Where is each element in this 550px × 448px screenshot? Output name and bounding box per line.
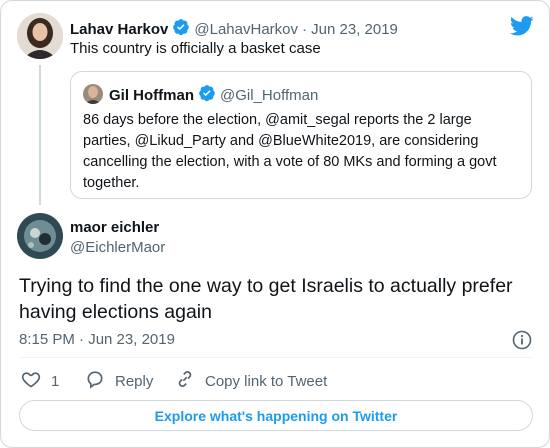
verified-badge-icon — [198, 84, 216, 107]
gil-avatar — [83, 84, 103, 104]
main-display-name[interactable]: maor eichler — [70, 219, 159, 236]
reply-button[interactable]: Reply — [85, 369, 153, 393]
verified-badge-icon — [172, 18, 190, 41]
quoted-handle: @Gil_Hoffman — [220, 87, 319, 104]
parent-date[interactable]: · Jun 23, 2019 — [302, 21, 398, 38]
reply-icon — [85, 369, 105, 393]
tweet-embed-card: Lahav Harkov @LahavHarkov · Jun 23, 2019… — [0, 0, 550, 448]
maor-avatar[interactable] — [17, 213, 63, 259]
main-tweet-text: Trying to find the one way to get Israel… — [19, 275, 513, 323]
thread-connector-line — [39, 65, 41, 205]
main-handle[interactable]: @EichlerMaor — [70, 239, 165, 256]
like-count: 1 — [51, 372, 60, 390]
copy-link-label: Copy link to Tweet — [205, 372, 328, 390]
parent-display-name[interactable]: Lahav Harkov — [70, 21, 168, 38]
parent-tweet-text: This country is officially a basket case — [70, 40, 321, 57]
parent-handle[interactable]: @LahavHarkov — [194, 21, 298, 38]
divider — [19, 357, 533, 358]
link-icon — [175, 369, 195, 393]
explore-twitter-button[interactable]: Explore what's happening on Twitter — [19, 400, 533, 431]
twitter-bird-icon[interactable] — [509, 16, 534, 36]
quoted-display-name: Gil Hoffman — [109, 87, 194, 104]
quoted-tweet-text: 86 days before the election, @amit_segal… — [83, 112, 497, 191]
quoted-tweet-card[interactable]: Gil Hoffman @Gil_Hoffman 86 days before … — [70, 71, 532, 199]
copy-link-button[interactable]: Copy link to Tweet — [175, 369, 327, 393]
lahav-avatar[interactable] — [17, 13, 63, 59]
main-timestamp[interactable]: 8:15 PM · Jun 23, 2019 — [19, 331, 175, 348]
info-icon[interactable] — [512, 330, 532, 350]
heart-icon — [21, 369, 41, 393]
like-button[interactable]: 1 — [21, 369, 59, 393]
parent-tweet-header: Lahav Harkov @LahavHarkov · Jun 23, 2019 — [70, 18, 398, 41]
reply-label: Reply — [115, 372, 154, 390]
quoted-tweet-header: Gil Hoffman @Gil_Hoffman — [109, 84, 318, 107]
